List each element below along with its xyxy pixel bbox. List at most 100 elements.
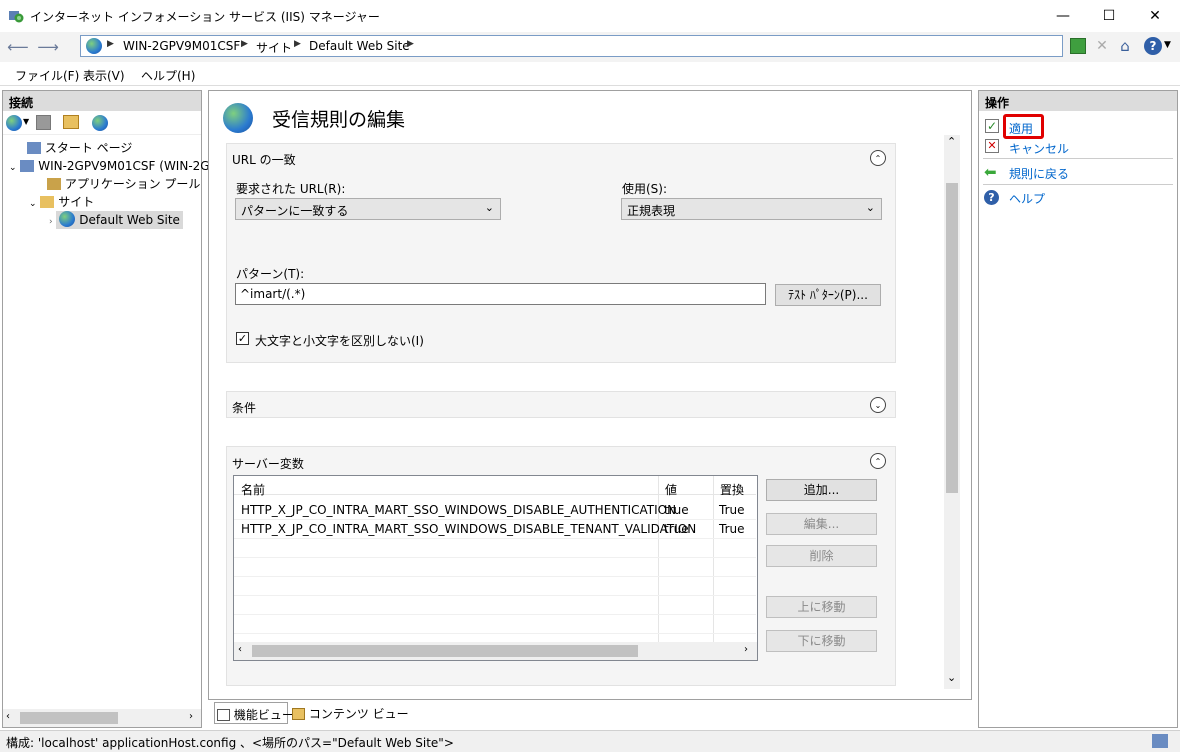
scroll-right-icon[interactable]: › (189, 711, 193, 722)
ignore-case-checkbox[interactable]: ✓ (236, 332, 249, 345)
edit-rule-panel: 受信規則の編集 URL の一致 ⌃ 要求された URL(R): パターンに一致す… (208, 90, 972, 700)
table-row-empty (234, 596, 756, 615)
table-row-empty (234, 558, 756, 577)
pattern-input[interactable]: ^imart/(.*) (235, 283, 766, 305)
menu-help[interactable]: ヘルプ(H) (141, 67, 195, 84)
table-row-empty (234, 577, 756, 596)
expand-icon[interactable]: ⌄ (870, 397, 886, 413)
apply-action[interactable]: 適用 (1009, 120, 1033, 137)
tab-features-view[interactable]: 機能ビュー (214, 702, 294, 724)
chevron-down-icon[interactable]: ▼ (23, 117, 29, 126)
status-bar: 構成: 'localhost' applicationHost.config 、… (0, 730, 1180, 752)
scroll-up-icon[interactable]: ⌃ (947, 135, 956, 148)
stop-icon[interactable]: ✕ (1094, 38, 1110, 54)
scroll-left-icon[interactable]: ‹ (238, 644, 242, 655)
page-title: 受信規則の編集 (272, 109, 406, 131)
tree-item-app-pools[interactable]: アプリケーション プール (47, 175, 200, 193)
test-pattern-button[interactable]: ﾃｽﾄ ﾊﾟﾀｰﾝ(P)... (775, 284, 881, 306)
scroll-thumb[interactable] (946, 183, 958, 493)
connections-tree: スタート ページ ⌄ WIN-2GPV9M01CSF (WIN-2GI アプリケ… (3, 135, 213, 255)
horizontal-scrollbar[interactable]: ‹ › (3, 709, 201, 727)
add-button[interactable]: 追加... (766, 479, 877, 501)
breadcrumb-separator-icon[interactable]: ▶ (241, 39, 248, 49)
actions-title: 操作 (979, 91, 1177, 111)
save-icon[interactable] (36, 115, 51, 130)
edit-button[interactable]: 編集... (766, 513, 877, 535)
menu-view[interactable]: 表示(V) (83, 67, 125, 84)
tree-item-server[interactable]: ⌄ WIN-2GPV9M01CSF (WIN-2GI (9, 157, 213, 175)
table-header: 名前 値 置換 (234, 476, 756, 498)
cancel-icon: ✕ (985, 139, 999, 153)
back-arrow-icon: ⬅ (984, 163, 997, 181)
menu-file[interactable]: ファイル(F) (15, 67, 79, 84)
collapse-icon[interactable]: ⌃ (870, 453, 886, 469)
move-up-button[interactable]: 上に移動 (766, 596, 877, 618)
address-bar[interactable]: ▶ WIN-2GPV9M01CSF ▶ サイト ▶ Default Web Si… (80, 35, 1063, 57)
pattern-label: パターン(T): (236, 267, 305, 281)
connect-icon[interactable] (6, 115, 22, 131)
iis-app-icon (8, 8, 24, 24)
scroll-thumb[interactable] (20, 712, 118, 724)
using-label: 使用(S): (622, 182, 668, 196)
breadcrumb-separator-icon[interactable]: ▶ (294, 39, 301, 49)
minimize-button[interactable]: — (1040, 0, 1086, 32)
server-icon (20, 160, 35, 172)
chevron-down-icon[interactable]: ⌄ (9, 163, 17, 173)
breadcrumb-sites[interactable]: サイト (256, 39, 292, 56)
conditions-section: 条件 ⌄ (226, 391, 896, 418)
forward-arrow-icon[interactable]: ⟶ (36, 36, 60, 58)
chevron-down-icon[interactable]: ⌄ (29, 199, 37, 209)
table-row[interactable]: HTTP_X_JP_CO_INTRA_MART_SSO_WINDOWS_DISA… (234, 501, 756, 520)
window-title: インターネット インフォメーション サービス (IIS) マネージャー (30, 10, 380, 24)
folder-up-icon[interactable] (63, 115, 79, 129)
tab-content-view[interactable]: コンテンツ ビュー (290, 702, 409, 724)
vertical-scrollbar[interactable]: ⌃ ⌄ (944, 135, 960, 689)
menu-bar: ファイル(F) 表示(V) ヘルプ(H) (0, 62, 1180, 86)
chevron-down-icon[interactable]: ▼ (1164, 40, 1171, 50)
chevron-right-icon[interactable]: › (49, 217, 53, 227)
collapse-icon[interactable]: ⌃ (870, 150, 886, 166)
row-value: true (664, 503, 689, 517)
maximize-button[interactable]: ☐ (1086, 0, 1132, 32)
table-row[interactable]: HTTP_X_JP_CO_INTRA_MART_SSO_WINDOWS_DISA… (234, 520, 756, 539)
using-select[interactable]: 正規表現 ⌄ (621, 198, 882, 220)
refresh-icon[interactable] (1070, 38, 1086, 54)
move-down-button[interactable]: 下に移動 (766, 630, 877, 652)
breadcrumb-default-web-site[interactable]: Default Web Site (309, 39, 410, 53)
cancel-action[interactable]: キャンセル (1009, 140, 1069, 157)
server-status-icon (1152, 734, 1168, 748)
globe-icon (86, 38, 102, 54)
scroll-down-icon[interactable]: ⌄ (947, 671, 956, 684)
table-horizontal-scrollbar[interactable]: ‹ › (234, 642, 757, 660)
start-page-icon (27, 142, 41, 154)
help-icon[interactable]: ? (1144, 37, 1162, 55)
scroll-left-icon[interactable]: ‹ (6, 711, 10, 722)
tree-item-default-web-site[interactable]: › Default Web Site (49, 211, 183, 229)
tree-item-label: スタート ページ (44, 141, 133, 155)
breadcrumb-server[interactable]: WIN-2GPV9M01CSF (123, 39, 240, 53)
scroll-right-icon[interactable]: › (744, 644, 748, 655)
status-text: 構成: 'localhost' applicationHost.config 、… (6, 736, 454, 750)
breadcrumb-separator-icon[interactable]: ▶ (407, 39, 414, 49)
close-button[interactable]: ✕ (1132, 0, 1178, 32)
back-arrow-icon[interactable]: ⟵ (6, 36, 30, 58)
conditions-title: 条件 (232, 401, 257, 415)
title-bar: インターネット インフォメーション サービス (IIS) マネージャー — ☐ … (0, 0, 1180, 32)
requested-url-select[interactable]: パターンに一致する ⌄ (235, 198, 501, 220)
delete-button[interactable]: 削除 (766, 545, 877, 567)
disconnect-icon[interactable] (92, 115, 108, 131)
column-header-value[interactable]: 値 (665, 481, 677, 498)
help-action[interactable]: ヘルプ (1009, 190, 1045, 207)
connections-panel: 接続 ▼ スタート ページ ⌄ WIN-2GPV9M01CSF (WIN-2GI… (2, 90, 213, 728)
scroll-thumb[interactable] (252, 645, 638, 657)
home-icon[interactable]: ⌂ (1116, 37, 1134, 55)
breadcrumb-separator-icon[interactable]: ▶ (107, 39, 114, 49)
globe-icon (223, 103, 253, 133)
column-header-replace[interactable]: 置換 (720, 481, 744, 498)
column-header-name[interactable]: 名前 (241, 481, 265, 498)
requested-url-label: 要求された URL(R): (236, 182, 346, 196)
server-variables-table: 名前 値 置換 HTTP_X_JP_CO_INTRA_MART_SSO_WIND… (233, 475, 758, 661)
back-to-rules-action[interactable]: 規則に戻る (1009, 165, 1069, 182)
tree-item-sites[interactable]: ⌄ サイト (29, 193, 94, 211)
tree-item-start-page[interactable]: スタート ページ (27, 139, 132, 157)
